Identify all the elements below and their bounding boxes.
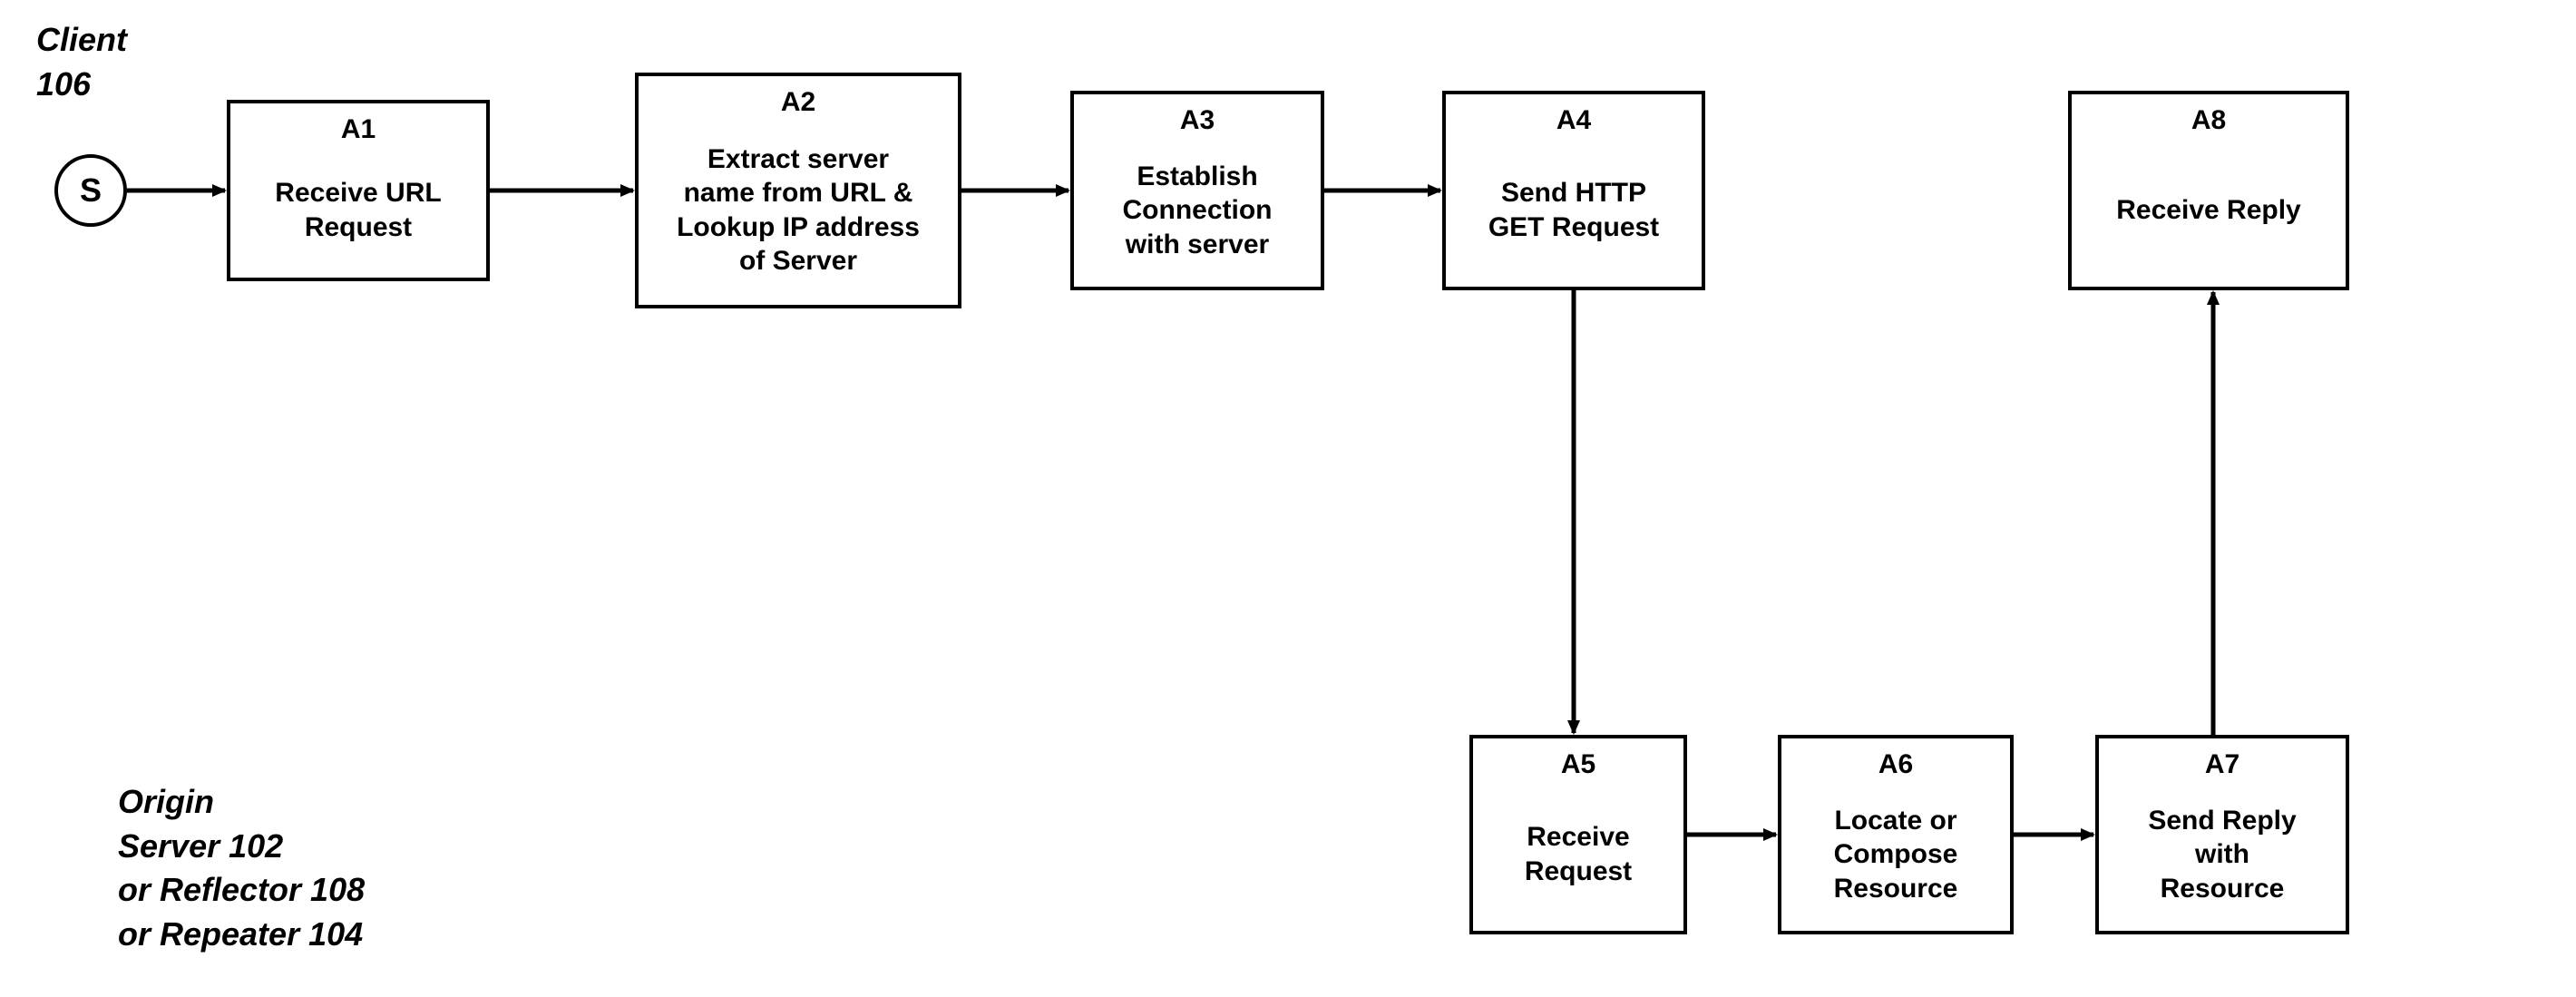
box-a2: A2 Extract servername from URL &Lookup I… xyxy=(635,73,961,308)
client-lane-label: Client106 xyxy=(36,18,127,106)
box-a6-body: Locate orComposeResource xyxy=(1794,787,1997,923)
box-a2-body: Extract servername from URL &Lookup IP a… xyxy=(651,125,945,297)
box-a4: A4 Send HTTPGET Request xyxy=(1442,91,1705,290)
box-a5-tag: A5 xyxy=(1486,748,1671,782)
box-a7-tag: A7 xyxy=(2112,748,2333,782)
box-a3-tag: A3 xyxy=(1087,103,1308,138)
box-a4-body: Send HTTPGET Request xyxy=(1459,143,1689,279)
box-a6: A6 Locate orComposeResource xyxy=(1778,735,2014,934)
start-node: S xyxy=(54,154,127,227)
flow-diagram: Client106 OriginServer 102or Reflector 1… xyxy=(0,0,2576,997)
box-a3: A3 EstablishConnectionwith server xyxy=(1070,91,1324,290)
box-a6-tag: A6 xyxy=(1794,748,1997,782)
box-a7-body: Send ReplywithResource xyxy=(2112,787,2333,923)
box-a8-body: Receive Reply xyxy=(2084,143,2333,279)
server-lane-label: OriginServer 102or Reflector 108or Repea… xyxy=(118,780,365,956)
box-a1-tag: A1 xyxy=(243,112,473,147)
box-a1: A1 Receive URLRequest xyxy=(227,100,490,281)
box-a5: A5 ReceiveRequest xyxy=(1469,735,1687,934)
box-a5-body: ReceiveRequest xyxy=(1486,787,1671,923)
box-a8-tag: A8 xyxy=(2084,103,2333,138)
box-a1-body: Receive URLRequest xyxy=(243,152,473,269)
box-a8: A8 Receive Reply xyxy=(2068,91,2349,290)
box-a2-tag: A2 xyxy=(651,85,945,120)
box-a7: A7 Send ReplywithResource xyxy=(2095,735,2349,934)
box-a4-tag: A4 xyxy=(1459,103,1689,138)
box-a3-body: EstablishConnectionwith server xyxy=(1087,143,1308,279)
